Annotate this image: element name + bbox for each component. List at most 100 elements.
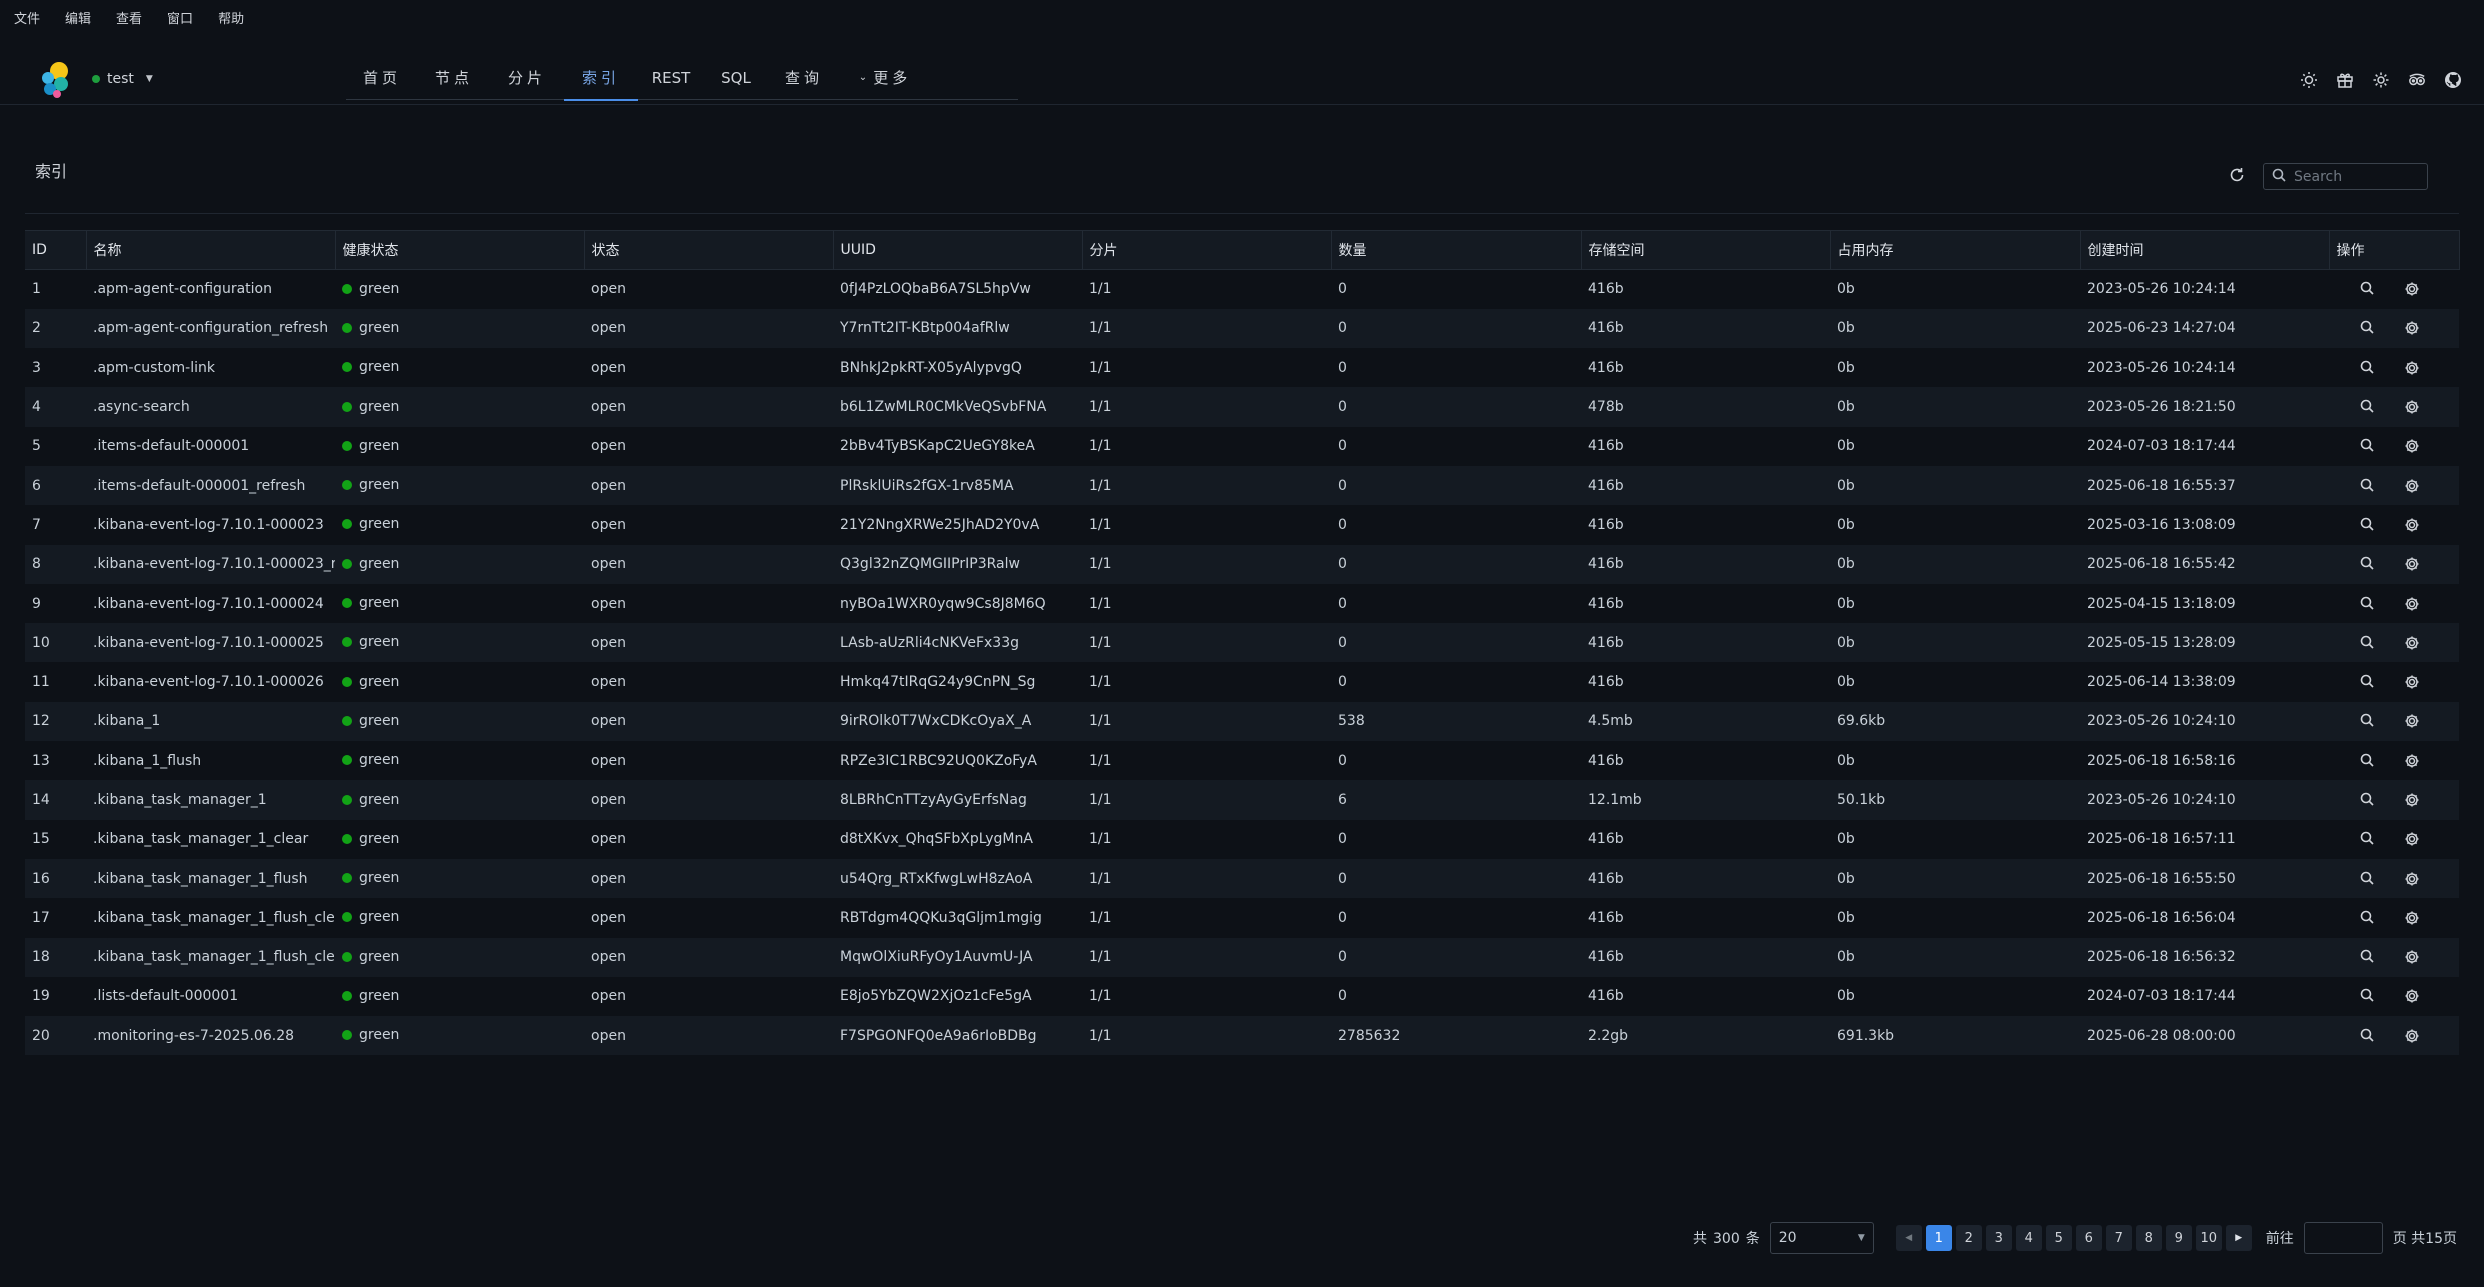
- search-icon[interactable]: [2360, 792, 2376, 808]
- table-row[interactable]: 8.kibana-event-log-7.10.1-000023_refresh…: [25, 544, 2459, 584]
- gear-icon[interactable]: [2404, 399, 2420, 415]
- gear-icon[interactable]: [2404, 713, 2420, 729]
- search-icon[interactable]: [2360, 517, 2376, 533]
- search-icon[interactable]: [2360, 596, 2376, 612]
- gear-icon[interactable]: [2404, 517, 2420, 533]
- search-icon[interactable]: [2360, 281, 2376, 297]
- search-input[interactable]: [2294, 168, 2424, 185]
- prev-page-button[interactable]: ◀: [1895, 1225, 1922, 1251]
- page-button-4[interactable]: 4: [2015, 1225, 2042, 1251]
- table-row[interactable]: 19 .lists-default-000001 green open E8jo5YbZ…: [25, 977, 2459, 1016]
- table-row[interactable]: 2 .apm-agent-configuration_refresh green op…: [25, 308, 2459, 349]
- search-icon[interactable]: [2360, 438, 2376, 454]
- gear-icon[interactable]: [2404, 831, 2420, 847]
- github-icon[interactable]: [2444, 71, 2462, 89]
- gift-icon[interactable]: [2336, 71, 2354, 89]
- menu-help[interactable]: 帮助: [218, 8, 244, 27]
- col-header-created[interactable]: 创建时间: [2080, 230, 2330, 270]
- menu-file[interactable]: 文件: [14, 8, 40, 27]
- page-button-7[interactable]: 7: [2105, 1225, 2132, 1251]
- search-icon[interactable]: [2360, 635, 2376, 651]
- col-header-memory[interactable]: 占用内存: [1830, 230, 2081, 270]
- table-row[interactable]: 9 .kibana-event-log-7.10.1-000024 green ope…: [25, 584, 2459, 623]
- table-row[interactable]: 6 .items-default-000001_refresh green open P…: [25, 465, 2459, 506]
- table-row[interactable]: 12 .kibana_1 green open 9irROlk0T7WxCDKcOyaX…: [25, 701, 2459, 742]
- search-icon[interactable]: [2360, 910, 2376, 926]
- table-row[interactable]: 4 .async-search green open b6L1ZwMLR0CMkVeQS…: [25, 387, 2459, 427]
- page-button-3[interactable]: 3: [1985, 1225, 2012, 1251]
- col-header-shards[interactable]: 分片: [1082, 230, 1332, 270]
- col-header-status[interactable]: 状态: [584, 230, 834, 270]
- tab-query[interactable]: 查询: [768, 55, 840, 100]
- gear-icon[interactable]: [2404, 910, 2420, 926]
- page-button-10[interactable]: 10: [2195, 1225, 2222, 1251]
- search-icon[interactable]: [2360, 1028, 2376, 1044]
- table-row[interactable]: 10 .kibana-event-log-7.10.1-000025 green op…: [25, 623, 2459, 663]
- gear-icon[interactable]: [2404, 596, 2420, 612]
- gear-icon[interactable]: [2404, 635, 2420, 651]
- search-icon[interactable]: [2360, 988, 2376, 1004]
- tab-nodes[interactable]: 节点: [418, 55, 490, 100]
- theme-sun-icon[interactable]: [2300, 71, 2318, 89]
- tab-shards[interactable]: 分片: [490, 55, 564, 100]
- tripadvisor-icon[interactable]: [2408, 71, 2426, 89]
- search-icon[interactable]: [2360, 753, 2376, 769]
- search-icon[interactable]: [2360, 713, 2376, 729]
- page-button-5[interactable]: 5: [2045, 1225, 2072, 1251]
- gear-icon[interactable]: [2404, 360, 2420, 376]
- search-icon[interactable]: [2360, 320, 2376, 336]
- page-button-6[interactable]: 6: [2075, 1225, 2102, 1251]
- search-icon[interactable]: [2360, 674, 2376, 690]
- gear-icon[interactable]: [2404, 753, 2420, 769]
- refresh-icon[interactable]: [2228, 166, 2246, 184]
- tab-indices[interactable]: 索引: [564, 55, 638, 101]
- table-row[interactable]: 16 .kibana_task_manager_1_flush green open u…: [25, 858, 2459, 899]
- table-row[interactable]: 15 .kibana_task_manager_1_clear green open d…: [25, 820, 2459, 859]
- col-header-id[interactable]: ID: [25, 230, 87, 270]
- table-row[interactable]: 7 .kibana-event-log-7.10.1-000023 green ope…: [25, 505, 2459, 544]
- search-icon[interactable]: [2360, 871, 2376, 887]
- table-row[interactable]: 17 .kibana_task_manager_1_flush_clear gree…: [25, 898, 2459, 937]
- page-button-9[interactable]: 9: [2165, 1225, 2192, 1251]
- settings-gear-icon[interactable]: [2372, 71, 2390, 89]
- search-icon[interactable]: [2360, 949, 2376, 965]
- gear-icon[interactable]: [2404, 556, 2420, 572]
- gear-icon[interactable]: [2404, 871, 2420, 887]
- gear-icon[interactable]: [2404, 438, 2420, 454]
- cluster-selector[interactable]: test ▼: [92, 71, 153, 87]
- search-icon[interactable]: [2360, 478, 2376, 494]
- gear-icon[interactable]: [2404, 281, 2420, 297]
- search-icon[interactable]: [2360, 360, 2376, 376]
- gear-icon[interactable]: [2404, 988, 2420, 1004]
- page-button-2[interactable]: 2: [1955, 1225, 1982, 1251]
- tab-rest[interactable]: REST: [638, 55, 704, 100]
- search-icon[interactable]: [2360, 831, 2376, 847]
- col-header-store[interactable]: 存储空间: [1581, 230, 1831, 270]
- table-row[interactable]: 11 .kibana-event-log-7.10.1-000026 green op…: [25, 662, 2459, 701]
- table-row[interactable]: 20 .monitoring-es-7-2025.06.28 green open F7…: [25, 1016, 2459, 1056]
- gear-icon[interactable]: [2404, 478, 2420, 494]
- gear-icon[interactable]: [2404, 792, 2420, 808]
- page-button-8[interactable]: 8: [2135, 1225, 2162, 1251]
- table-row[interactable]: 3 .apm-custom-link green open BNhkJ2pkRT-X05…: [25, 348, 2459, 387]
- table-row[interactable]: 18 .kibana_task_manager_1_flush_clear_ gre…: [25, 937, 2459, 977]
- gear-icon[interactable]: [2404, 320, 2420, 336]
- table-row[interactable]: 14 .kibana_task_manager_1 green open 8LBRhCn…: [25, 780, 2459, 820]
- goto-page-input[interactable]: [2303, 1222, 2383, 1254]
- col-header-count[interactable]: 数量: [1331, 230, 1582, 270]
- tab-sql[interactable]: SQL: [704, 55, 768, 100]
- menu-edit[interactable]: 编辑: [65, 8, 91, 27]
- table-row[interactable]: 5 .items-default-000001 green open 2bBv4TyBS…: [25, 427, 2459, 466]
- menu-view[interactable]: 查看: [116, 8, 142, 27]
- table-row[interactable]: 13 .kibana_1_flush green open RPZe3IC1RBC92U…: [25, 741, 2459, 780]
- col-header-health[interactable]: 健康状态: [335, 230, 585, 270]
- menu-window[interactable]: 窗口: [167, 8, 193, 27]
- gear-icon[interactable]: [2404, 949, 2420, 965]
- table-row[interactable]: 1 .apm-agent-configuration green open 0fJ4Pz…: [25, 270, 2459, 309]
- search-icon[interactable]: [2360, 399, 2376, 415]
- page-button-1[interactable]: 1: [1925, 1225, 1952, 1251]
- next-page-button[interactable]: ▶: [2225, 1225, 2252, 1251]
- col-header-uuid[interactable]: UUID: [833, 230, 1083, 270]
- tab-more[interactable]: ⌄ 更多: [840, 55, 930, 100]
- col-header-name[interactable]: 名称: [86, 230, 336, 270]
